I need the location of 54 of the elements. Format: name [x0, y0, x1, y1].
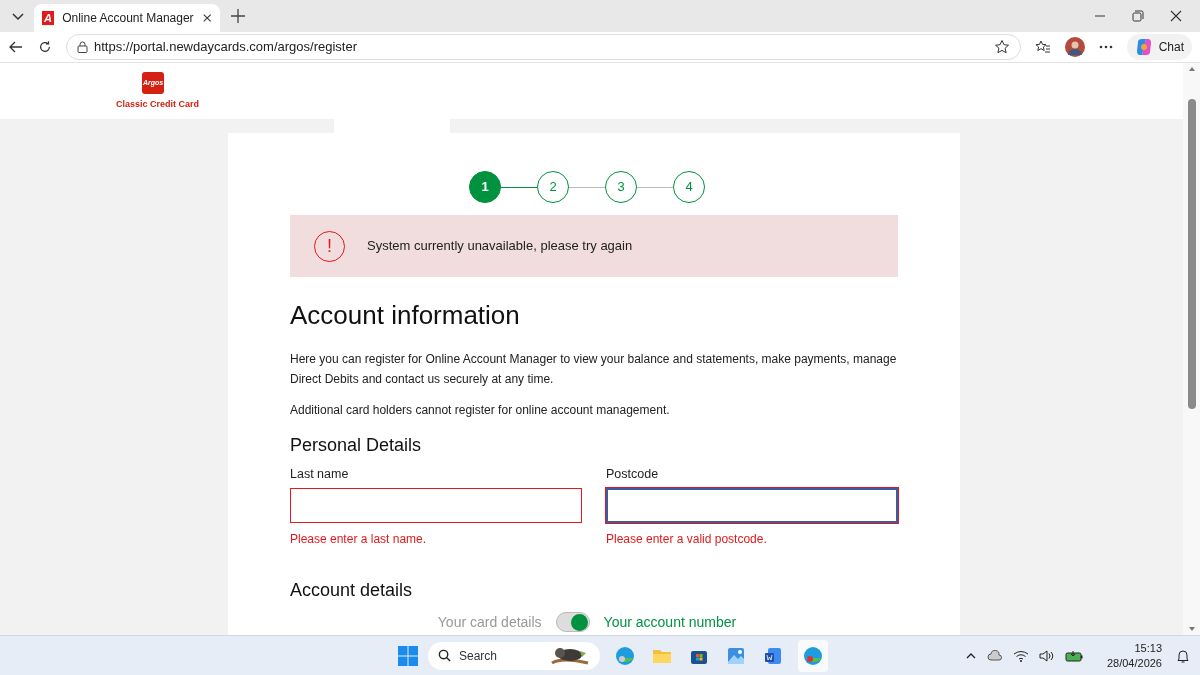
scroll-down-icon[interactable] [1187, 625, 1196, 633]
start-icon[interactable] [398, 645, 418, 666]
field-label: Last name [290, 466, 350, 483]
notification-icon[interactable] [1176, 648, 1190, 663]
browser-tab[interactable]: A Online Account Manager [34, 4, 220, 32]
close-icon[interactable] [1170, 10, 1182, 22]
url-text: https://portal.newdaycards.com/argos/register [94, 38, 358, 57]
search-field[interactable]: Search [428, 641, 600, 670]
chat-button[interactable]: Chat [1126, 34, 1192, 60]
close-icon[interactable] [201, 12, 212, 24]
browser-icon[interactable] [615, 645, 635, 666]
new-tab-icon[interactable] [230, 8, 246, 24]
lock-icon [77, 41, 88, 53]
more-icon[interactable] [1098, 45, 1113, 49]
error-message: Please enter a valid postcode. [606, 530, 768, 548]
step-indicator[interactable]: 4 [673, 171, 705, 203]
word-icon[interactable] [763, 645, 783, 666]
profile-avatar-icon[interactable] [1064, 37, 1085, 57]
intro-paragraph: Here you can register for Online Account Manager to view your balance and statements, make payments, manage Direct Debits and contact us securely at any time. [290, 351, 898, 388]
toggle-option: Your card details [437, 611, 542, 633]
scrollbar-thumb[interactable] [1187, 99, 1196, 409]
favicon-icon: A [42, 11, 55, 25]
field-label: Postcode [606, 466, 660, 483]
photos-icon[interactable] [726, 645, 746, 666]
step-indicator[interactable]: 3 [605, 171, 637, 203]
battery-icon[interactable] [1064, 649, 1083, 662]
step-indicator[interactable]: 1 [469, 171, 501, 203]
page-heading: Account information [290, 299, 521, 331]
wifi-icon[interactable] [1012, 649, 1029, 662]
favorites-icon[interactable] [1034, 39, 1051, 55]
restore-icon[interactable] [1132, 10, 1144, 22]
tab-title: Online Account Manager [62, 10, 194, 27]
favorite-star-icon[interactable] [993, 39, 1010, 55]
brand-name: Classic Credit Card [116, 98, 200, 111]
section-heading: Account details [290, 578, 414, 602]
info-note: Additional card holders cannot register for online account management. [290, 402, 671, 419]
step-indicator[interactable]: 2 [537, 171, 569, 203]
address-bar[interactable]: https://portal.newdaycards.com/argos/register [66, 34, 1021, 60]
clock[interactable]: 15:13 28/04/2026 [1106, 640, 1162, 671]
search-icon [438, 649, 451, 662]
error-message: Please enter a last name. [290, 530, 428, 548]
input-field[interactable] [290, 487, 582, 523]
volume-icon[interactable] [1038, 649, 1055, 662]
alert-message: System currently unavailable, please try again [367, 237, 633, 256]
browser-icon[interactable] [803, 645, 823, 666]
cloud-icon[interactable] [986, 649, 1003, 662]
toggle-switch[interactable] [555, 612, 590, 633]
scroll-up-icon[interactable] [1187, 65, 1196, 73]
back-icon[interactable] [8, 39, 24, 55]
input-field[interactable] [606, 487, 898, 523]
section-heading: Personal Details [290, 434, 423, 457]
toggle-option: Your account number [603, 611, 737, 633]
copilot-icon [1134, 38, 1153, 56]
refresh-icon[interactable] [38, 40, 52, 54]
